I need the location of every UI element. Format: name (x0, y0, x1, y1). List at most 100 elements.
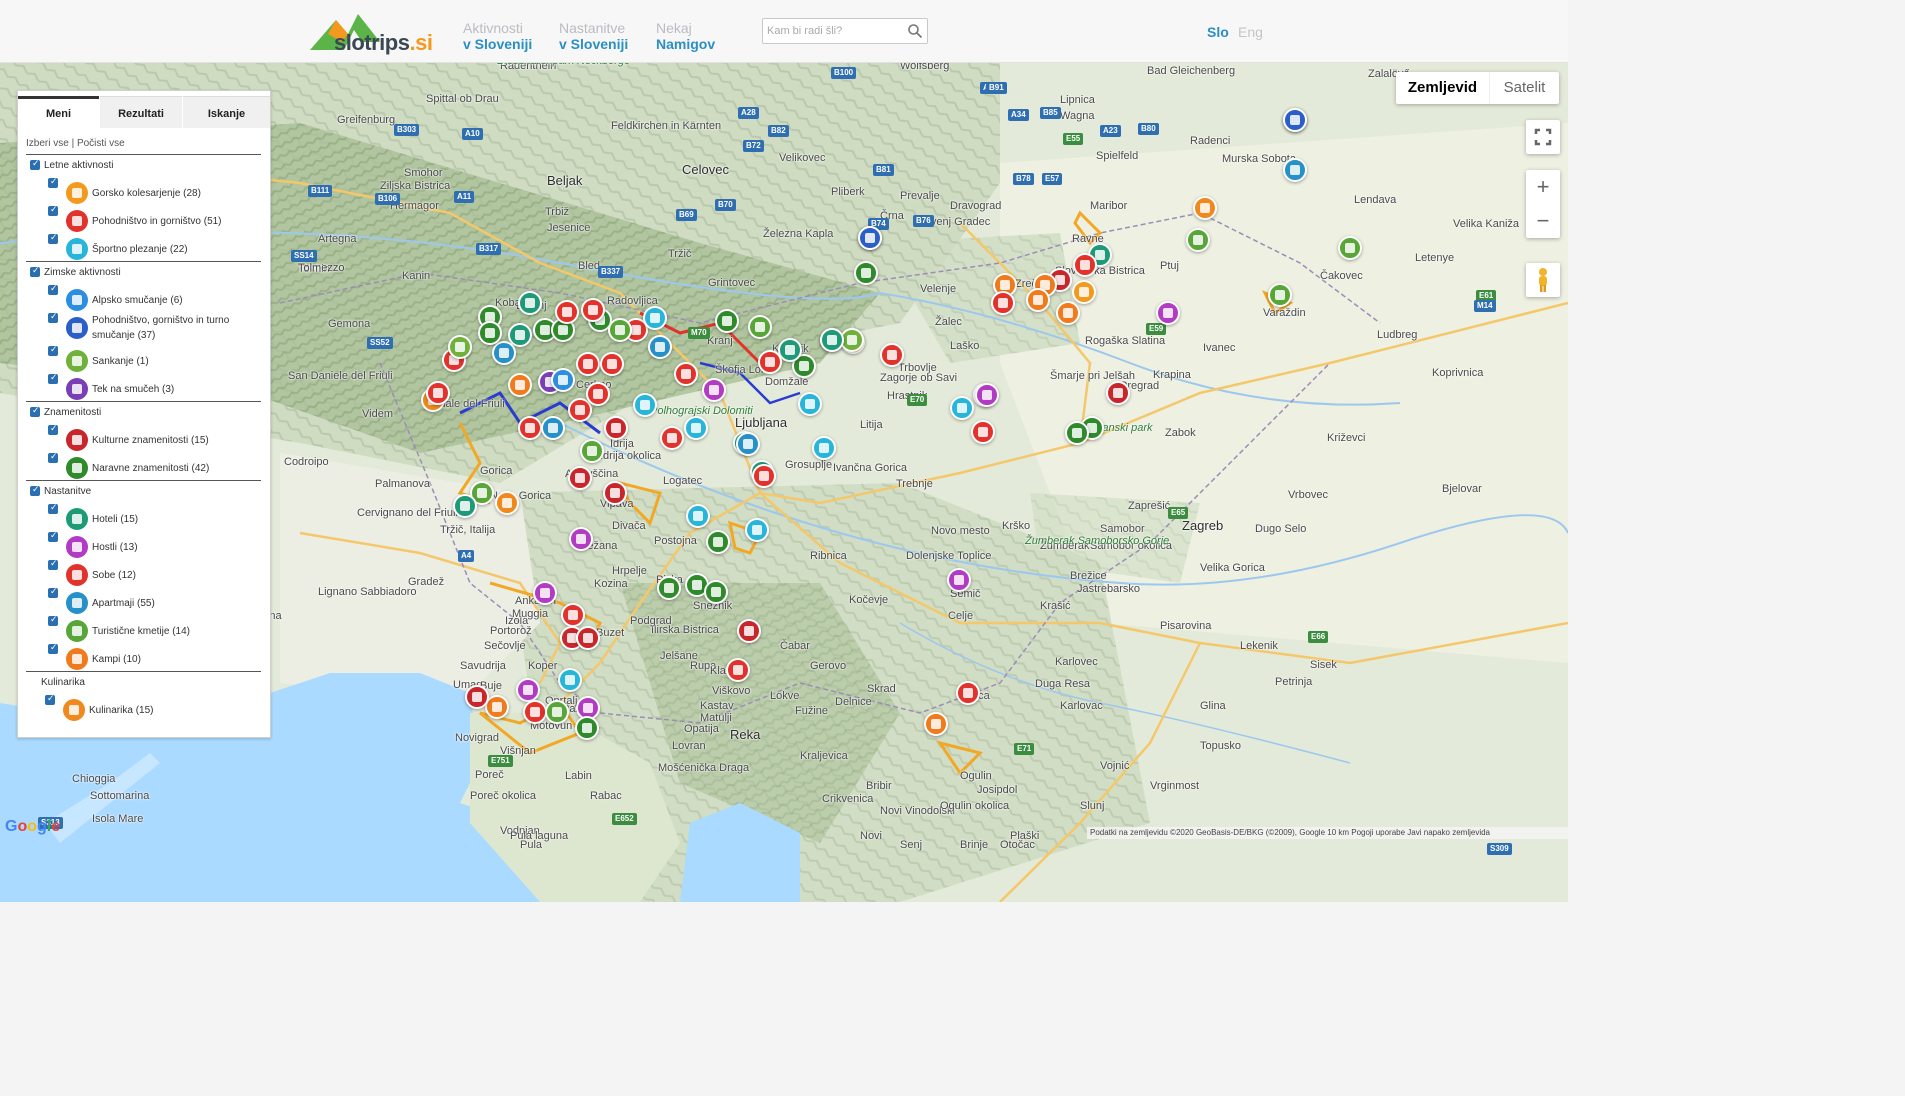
map-marker-apartment-icon[interactable] (1283, 158, 1307, 182)
map-marker-museum-icon[interactable] (576, 626, 600, 650)
map-marker-room-icon[interactable] (561, 603, 585, 627)
map-marker-climbing-icon[interactable] (686, 504, 710, 528)
map-marker-food-icon[interactable] (495, 491, 519, 515)
hiking-checkbox[interactable] (48, 204, 58, 216)
map-marker-room-icon[interactable] (518, 416, 542, 440)
map-marker-room-icon[interactable] (758, 350, 782, 374)
category-winter-checkbox[interactable] (30, 265, 40, 278)
map-marker-hostel-icon[interactable] (516, 678, 540, 702)
hotels-checkbox[interactable] (48, 502, 58, 514)
lang-eng[interactable]: Eng (1238, 24, 1263, 40)
culinary-checkbox[interactable] (45, 693, 55, 705)
category-accommodation-checkbox[interactable] (30, 484, 40, 497)
map-marker-hotel-icon[interactable] (518, 291, 542, 315)
map-marker-climbing-icon[interactable] (812, 436, 836, 460)
map-type-satellite-button[interactable]: Satelit (1489, 72, 1559, 104)
map-marker-museum-icon[interactable] (568, 466, 592, 490)
map-marker-apartment-icon[interactable] (736, 432, 760, 456)
map-attribution[interactable]: Podatki na zemljevidu ©2020 GeoBasis-DE/… (1087, 827, 1568, 839)
cross-country-checkbox[interactable] (48, 372, 58, 384)
map-marker-room-icon[interactable] (555, 300, 579, 324)
map-marker-hotel-icon[interactable] (453, 494, 477, 518)
select-all-clear-all[interactable]: Izberi vse | Počisti vse (26, 138, 125, 149)
map-marker-climbing-icon[interactable] (798, 392, 822, 416)
map-marker-camp-icon[interactable] (924, 712, 948, 736)
climbing-checkbox[interactable] (48, 232, 58, 244)
camps-checkbox[interactable] (48, 642, 58, 654)
map-marker-room-icon[interactable] (576, 352, 600, 376)
map-marker-museum-icon[interactable] (737, 619, 761, 643)
map-marker-ski-touring-icon[interactable] (1283, 108, 1307, 132)
map-marker-climbing-icon[interactable] (558, 668, 582, 692)
map-marker-farm-icon[interactable] (608, 318, 632, 342)
map-marker-forest-icon[interactable] (657, 576, 681, 600)
map-marker-farm-icon[interactable] (1338, 236, 1362, 260)
tab-menu[interactable]: Meni (18, 96, 99, 128)
map-marker-farm-icon[interactable] (1268, 283, 1292, 307)
map-marker-forest-icon[interactable] (478, 321, 502, 345)
map-marker-forest-icon[interactable] (706, 530, 730, 554)
mountain-bike-checkbox[interactable] (48, 176, 58, 188)
alpine-ski-checkbox[interactable] (48, 283, 58, 295)
google-logo[interactable]: Google (5, 818, 60, 836)
map-marker-camp-icon[interactable] (508, 373, 532, 397)
map-marker-room-icon[interactable] (660, 426, 684, 450)
nav-activities[interactable]: Aktivnosti v Sloveniji (463, 20, 532, 52)
map-marker-sledding-icon[interactable] (448, 335, 472, 359)
map-marker-hostel-icon[interactable] (947, 568, 971, 592)
farms-checkbox[interactable] (48, 614, 58, 626)
search-input[interactable] (767, 23, 905, 39)
lang-slo[interactable]: Slo (1207, 24, 1229, 40)
map-marker-forest-icon[interactable] (704, 580, 728, 604)
map-marker-room-icon[interactable] (971, 420, 995, 444)
street-view-pegman[interactable] (1526, 263, 1560, 297)
map-marker-mountain-bike-icon[interactable] (1072, 280, 1096, 304)
map-marker-farm-icon[interactable] (580, 439, 604, 463)
map-marker-room-icon[interactable] (880, 343, 904, 367)
map-marker-hostel-icon[interactable] (702, 378, 726, 402)
map-marker-alpine-ski-icon[interactable] (551, 368, 575, 392)
zoom-out-button[interactable]: − (1526, 204, 1560, 238)
category-summer-checkbox[interactable] (30, 158, 40, 171)
map-marker-hostel-icon[interactable] (533, 581, 557, 605)
map-marker-camp-icon[interactable] (1026, 288, 1050, 312)
cultural-checkbox[interactable] (48, 423, 58, 435)
map-marker-hiking-icon[interactable] (726, 658, 750, 682)
map-marker-forest-icon[interactable] (715, 309, 739, 333)
nav-accommodation[interactable]: Nastanitve v Sloveniji (559, 20, 628, 52)
map-marker-climbing-icon[interactable] (643, 306, 667, 330)
apartments-checkbox[interactable] (48, 586, 58, 598)
map-marker-room-icon[interactable] (991, 291, 1015, 315)
map-marker-apartment-icon[interactable] (541, 416, 565, 440)
ski-touring-checkbox[interactable] (48, 311, 58, 323)
map-marker-forest-icon[interactable] (1065, 421, 1089, 445)
map-marker-museum-icon[interactable] (603, 481, 627, 505)
map-marker-farm-icon[interactable] (545, 700, 569, 724)
map-marker-room-icon[interactable] (1073, 253, 1097, 277)
map-marker-climbing-icon[interactable] (633, 393, 657, 417)
map-marker-museum-icon[interactable] (1106, 381, 1130, 405)
sledding-checkbox[interactable] (48, 344, 58, 356)
map-marker-hostel-icon[interactable] (569, 527, 593, 551)
nav-tips[interactable]: Nekaj Namigov (656, 20, 715, 52)
map-marker-camp-icon[interactable] (1056, 301, 1080, 325)
map-marker-farm-icon[interactable] (748, 315, 772, 339)
search-icon[interactable] (907, 23, 923, 39)
map-marker-hotel-icon[interactable] (820, 328, 844, 352)
map-marker-hostel-icon[interactable] (975, 383, 999, 407)
map-marker-forest-icon[interactable] (575, 716, 599, 740)
hostels-checkbox[interactable] (48, 530, 58, 542)
map-marker-apartment-icon[interactable] (492, 341, 516, 365)
fullscreen-button[interactable] (1526, 120, 1560, 154)
zoom-in-button[interactable]: + (1526, 170, 1560, 204)
map-marker-room-icon[interactable] (752, 464, 776, 488)
map-marker-room-icon[interactable] (426, 381, 450, 405)
map-marker-ski-touring-icon[interactable] (858, 226, 882, 250)
map-marker-room-icon[interactable] (586, 382, 610, 406)
site-logo[interactable]: slotrips.si (310, 12, 440, 55)
map-marker-room-icon[interactable] (523, 700, 547, 724)
map-marker-farm-icon[interactable] (1186, 228, 1210, 252)
rooms-checkbox[interactable] (48, 558, 58, 570)
map-type-map-button[interactable]: Zemljevid (1396, 72, 1489, 104)
map-marker-food-icon[interactable] (1193, 196, 1217, 220)
